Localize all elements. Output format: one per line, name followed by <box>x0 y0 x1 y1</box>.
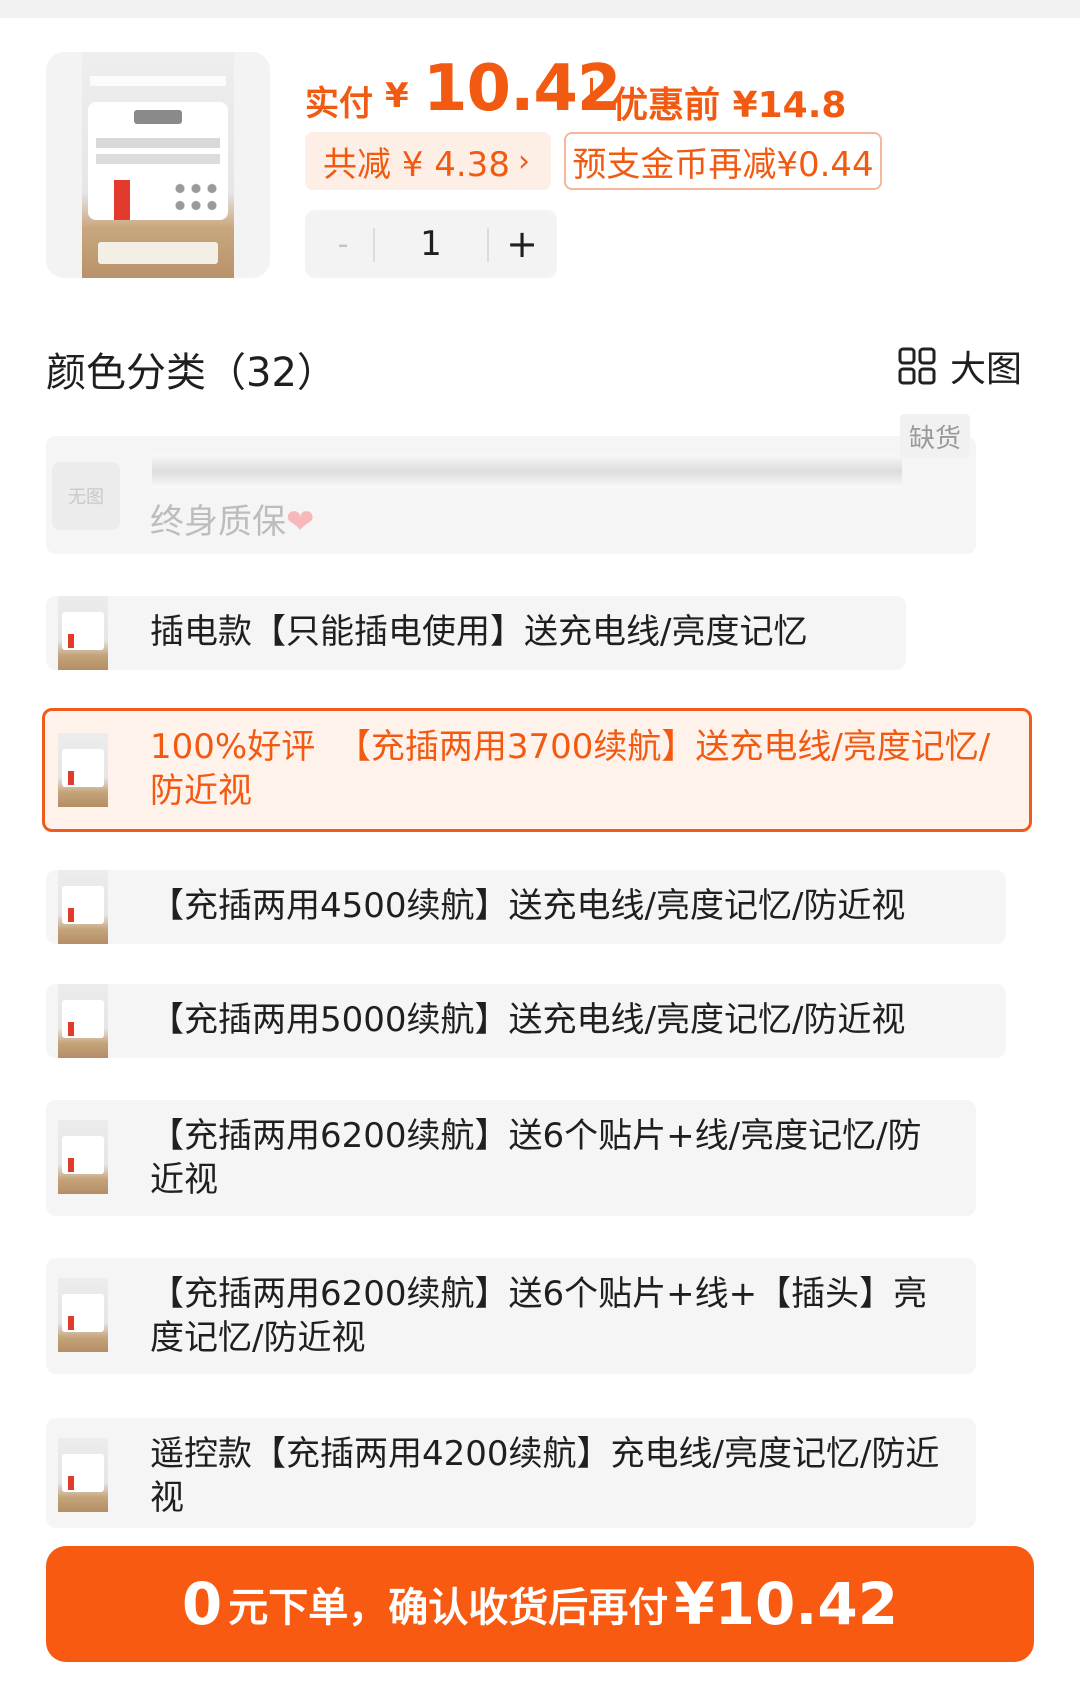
quantity-stepper: - 1 + <box>305 210 557 278</box>
coin-reduce-chip[interactable]: 预支金币再减¥0.44 <box>564 132 882 190</box>
option-item[interactable]: 遥控款【充插两用4200续航】充电线/亮度记忆/防近视 <box>46 1418 976 1528</box>
total-reduce-chip[interactable]: 共减 ¥ 4.38 › <box>305 132 551 190</box>
top-strip <box>0 0 1080 18</box>
option-item[interactable]: 【充插两用6200续航】送6个贴片+线+【插头】亮度记忆/防近视 <box>46 1258 976 1374</box>
option-label: 【充插两用6200续航】送6个贴片+线+【插头】亮度记忆/防近视 <box>150 1274 928 1358</box>
option-thumbnail <box>58 984 108 1058</box>
section-title: 颜色分类（32） <box>46 350 337 396</box>
option-thumbnail <box>58 1278 108 1352</box>
stepper-divider <box>487 228 489 262</box>
grid-icon <box>898 347 936 385</box>
option-item[interactable]: 【充插两用5000续航】送充电线/亮度记忆/防近视 <box>46 984 1006 1058</box>
option-label: 插电款【只能插电使用】送充电线/亮度记忆 <box>150 612 808 652</box>
option-label: 【充插两用6200续航】送6个贴片+线/亮度记忆/防近视 <box>150 1116 922 1200</box>
option-thumbnail <box>58 870 108 944</box>
product-image[interactable] <box>82 52 234 278</box>
quantity-plus-button[interactable]: + <box>495 220 549 268</box>
currency-symbol: ¥ <box>385 76 409 116</box>
quantity-value[interactable]: 1 <box>391 220 471 268</box>
option-thumbnail <box>58 1438 108 1512</box>
blurred-option-text <box>152 454 902 488</box>
total-reduce-text: 共减 ¥ 4.38 <box>323 144 510 185</box>
pre-discount-price: 优惠前 ¥14.8 <box>612 85 847 126</box>
heart-icon: ❤ <box>286 502 315 542</box>
option-thumbnail <box>58 1120 108 1194</box>
option-label: 【充插两用4500续航】送充电线/亮度记忆/防近视 <box>150 886 906 926</box>
cta-zero: 0 <box>181 1570 223 1638</box>
option-item[interactable]: 插电款【只能插电使用】送充电线/亮度记忆 <box>46 596 906 670</box>
out-of-stock-text: 终身质保❤ <box>150 502 315 542</box>
quantity-minus-button[interactable]: - <box>323 220 363 268</box>
chevron-right-icon: › <box>517 143 530 179</box>
option-label: 【充插两用5000续航】送充电线/亮度记忆/防近视 <box>150 1000 906 1040</box>
option-label: 遥控款【充插两用4200续航】充电线/亮度记忆/防近视 <box>150 1434 940 1518</box>
out-of-stock-badge: 缺货 <box>900 414 970 458</box>
option-thumbnail <box>58 733 108 807</box>
option-item-selected[interactable]: 100%好评 【充插两用3700续航】送充电线/亮度记忆/防近视 <box>42 708 1032 832</box>
option-item[interactable]: 【充插两用6200续航】送6个贴片+线/亮度记忆/防近视 <box>46 1100 976 1216</box>
big-view-label: 大图 <box>950 349 1023 390</box>
option-item[interactable]: 【充插两用4500续航】送充电线/亮度记忆/防近视 <box>46 870 1006 944</box>
place-order-button[interactable]: 0 元下单，确认收货后再付 ¥10.42 <box>46 1546 1034 1662</box>
no-image-placeholder: 无图 <box>52 462 120 530</box>
coin-reduce-text: 预支金币再减¥0.44 <box>572 144 874 185</box>
cta-amount: ¥10.42 <box>674 1570 899 1638</box>
option-label: 100%好评 【充插两用3700续航】送充电线/亮度记忆/防近视 <box>150 727 991 811</box>
cta-text: 元下单，确认收货后再付 <box>228 1585 669 1631</box>
paid-label: 实付 <box>305 84 373 124</box>
option-thumbnail <box>58 596 108 670</box>
big-view-toggle[interactable]: 大图 <box>898 340 1022 392</box>
price-divider <box>590 78 593 110</box>
stepper-divider <box>373 228 375 262</box>
